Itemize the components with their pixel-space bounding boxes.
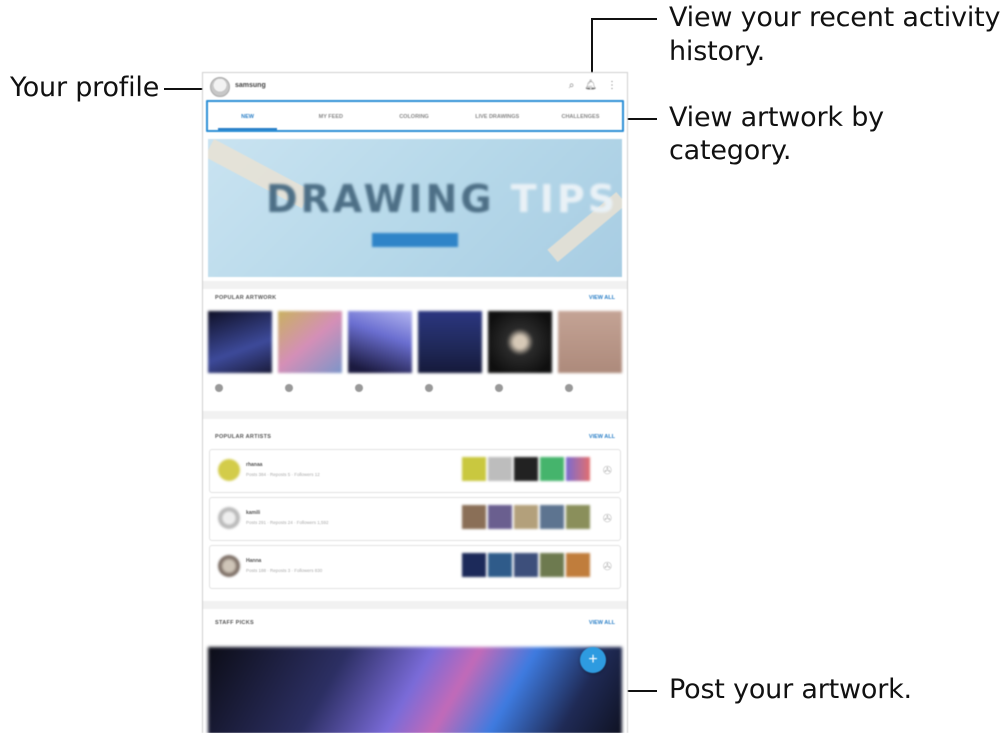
popular-artwork-list [208,311,627,373]
callout-category: View artwork by category. [669,102,884,166]
artist-name: kamili [246,510,261,516]
banner-title: DRAWING TIPS [266,177,619,221]
artist-avatar-icon [495,384,503,392]
divider [203,281,627,289]
follow-icon[interactable]: ✇ [603,560,612,573]
artwork-meta-row [211,379,627,397]
artwork-thumbnail[interactable] [558,311,622,373]
callout-activity-line2: history. [669,36,765,67]
follow-icon[interactable]: ✇ [603,512,612,525]
artist-card[interactable]: rhanaa Posts 384 · Reposts 5 · Followers… [209,449,621,493]
artist-name: Hanna [246,558,262,564]
artist-avatar-icon [285,384,293,392]
artist-avatar [218,507,240,529]
callout-line-activity-h [591,18,657,20]
more-icon[interactable]: ⋮ [607,80,617,91]
staff-pick-artwork[interactable] [208,647,622,733]
popular-artwork-view-all[interactable]: VIEW ALL [589,295,615,301]
app-screen: samsung ⌕ 🔔︎ ⋮ NEW MY FEED COLORING LIVE… [202,72,628,733]
callout-line-activity-v [591,18,593,80]
divider [203,601,627,609]
artist-avatar [218,459,240,481]
artist-card[interactable]: Hanna Posts 188 · Reposts 3 · Followers … [209,545,621,589]
top-icons: ⌕ 🔔︎ ⋮ [569,80,617,91]
artist-thumbnails [462,553,590,577]
top-bar: samsung ⌕ 🔔︎ ⋮ [203,73,627,101]
staff-picks-title: STAFF PICKS [215,620,254,626]
artist-avatar [218,555,240,577]
popular-artists-view-all[interactable]: VIEW ALL [589,434,615,440]
callout-activity-line1: View your recent activity [669,2,1001,33]
callout-post: Post your artwork. [669,674,912,705]
artist-name: rhanaa [246,462,263,468]
artwork-thumbnail[interactable] [348,311,412,373]
bell-icon[interactable]: 🔔︎ [584,80,597,91]
popular-artists-title: POPULAR ARTISTS [215,434,272,440]
follow-icon[interactable]: ✇ [603,464,612,477]
tabs-highlight-outline [206,100,624,132]
plus-icon: + [588,651,598,668]
artist-thumbnails [462,505,590,529]
artist-avatar-icon [215,384,223,392]
staff-picks-view-all[interactable]: VIEW ALL [589,620,615,626]
artwork-thumbnail[interactable] [208,311,272,373]
artist-avatar-icon [425,384,433,392]
callout-your-profile: Your profile [10,72,160,103]
username: samsung [235,82,266,89]
artwork-thumbnail[interactable] [488,311,552,373]
artist-card[interactable]: kamili Posts 291 · Reposts 24 · Follower… [209,497,621,541]
artist-stats: Posts 291 · Reposts 24 · Followers 1,592 [246,520,329,525]
callout-line-profile [164,88,204,90]
artist-avatar-icon [565,384,573,392]
profile-avatar[interactable] [210,77,230,97]
artist-stats: Posts 188 · Reposts 3 · Followers 830 [246,568,323,573]
search-icon[interactable]: ⌕ [569,80,575,91]
artist-thumbnails [462,457,590,481]
banner-button[interactable] [372,233,458,247]
artwork-thumbnail[interactable] [278,311,342,373]
artist-stats: Posts 384 · Reposts 5 · Followers 12 [246,472,320,477]
divider [203,411,627,419]
drawing-tips-banner[interactable]: DRAWING TIPS [208,139,622,277]
artist-avatar-icon [355,384,363,392]
popular-artwork-title: POPULAR ARTWORK [215,295,277,301]
artwork-thumbnail[interactable] [418,311,482,373]
post-artwork-button[interactable]: + [580,647,606,673]
